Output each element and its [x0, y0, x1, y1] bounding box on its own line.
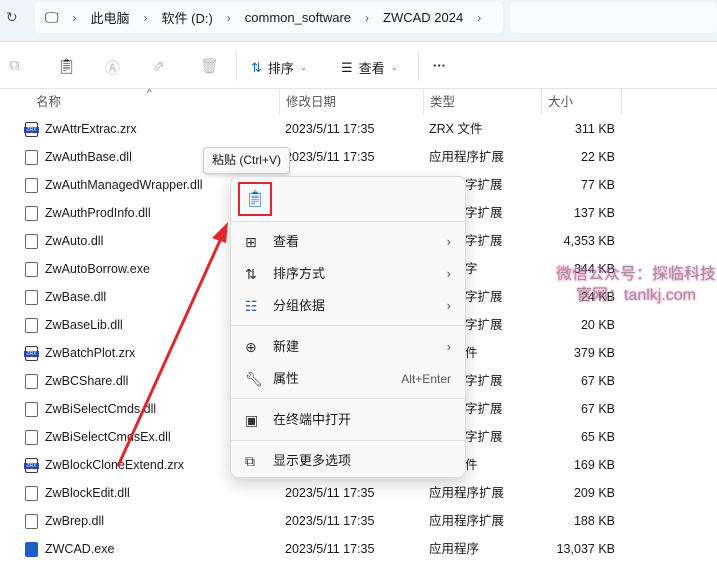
- annotation-arrow: [116, 222, 228, 467]
